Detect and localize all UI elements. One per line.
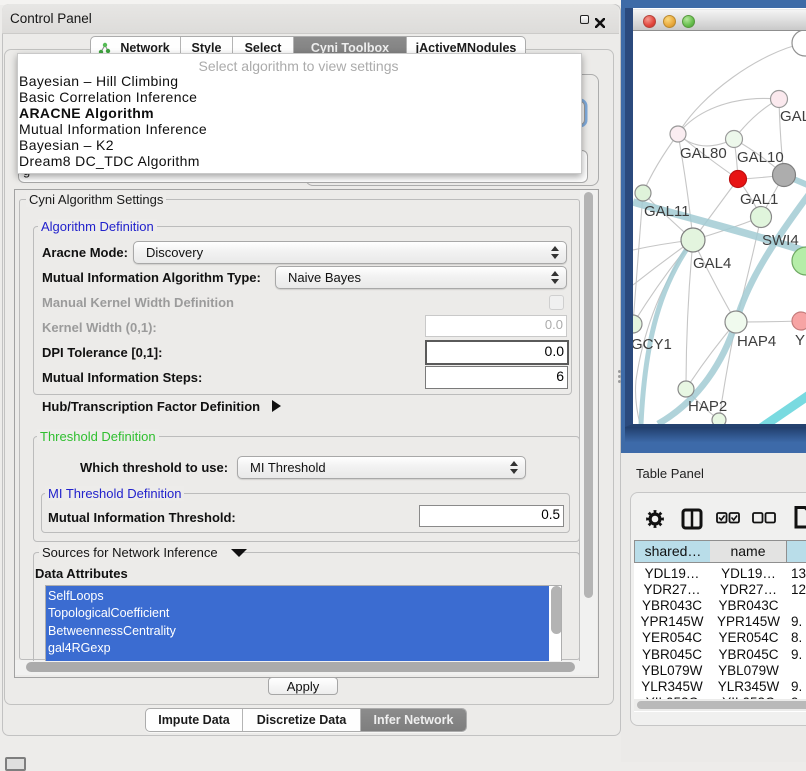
svg-text:SWI4: SWI4 bbox=[762, 232, 799, 249]
svg-text:YM: YM bbox=[795, 332, 806, 349]
svg-text:GAL80: GAL80 bbox=[680, 145, 727, 162]
svg-text:HAP2: HAP2 bbox=[688, 398, 727, 415]
svg-text:GAL1: GAL1 bbox=[740, 191, 778, 208]
svg-text:HAP4: HAP4 bbox=[737, 333, 776, 350]
svg-text:GAL7: GAL7 bbox=[780, 108, 806, 125]
svg-text:GAL11: GAL11 bbox=[644, 203, 690, 220]
svg-text:GAL4: GAL4 bbox=[693, 255, 731, 272]
svg-text:GCY1: GCY1 bbox=[633, 336, 672, 353]
svg-text:GAL10: GAL10 bbox=[737, 149, 784, 166]
